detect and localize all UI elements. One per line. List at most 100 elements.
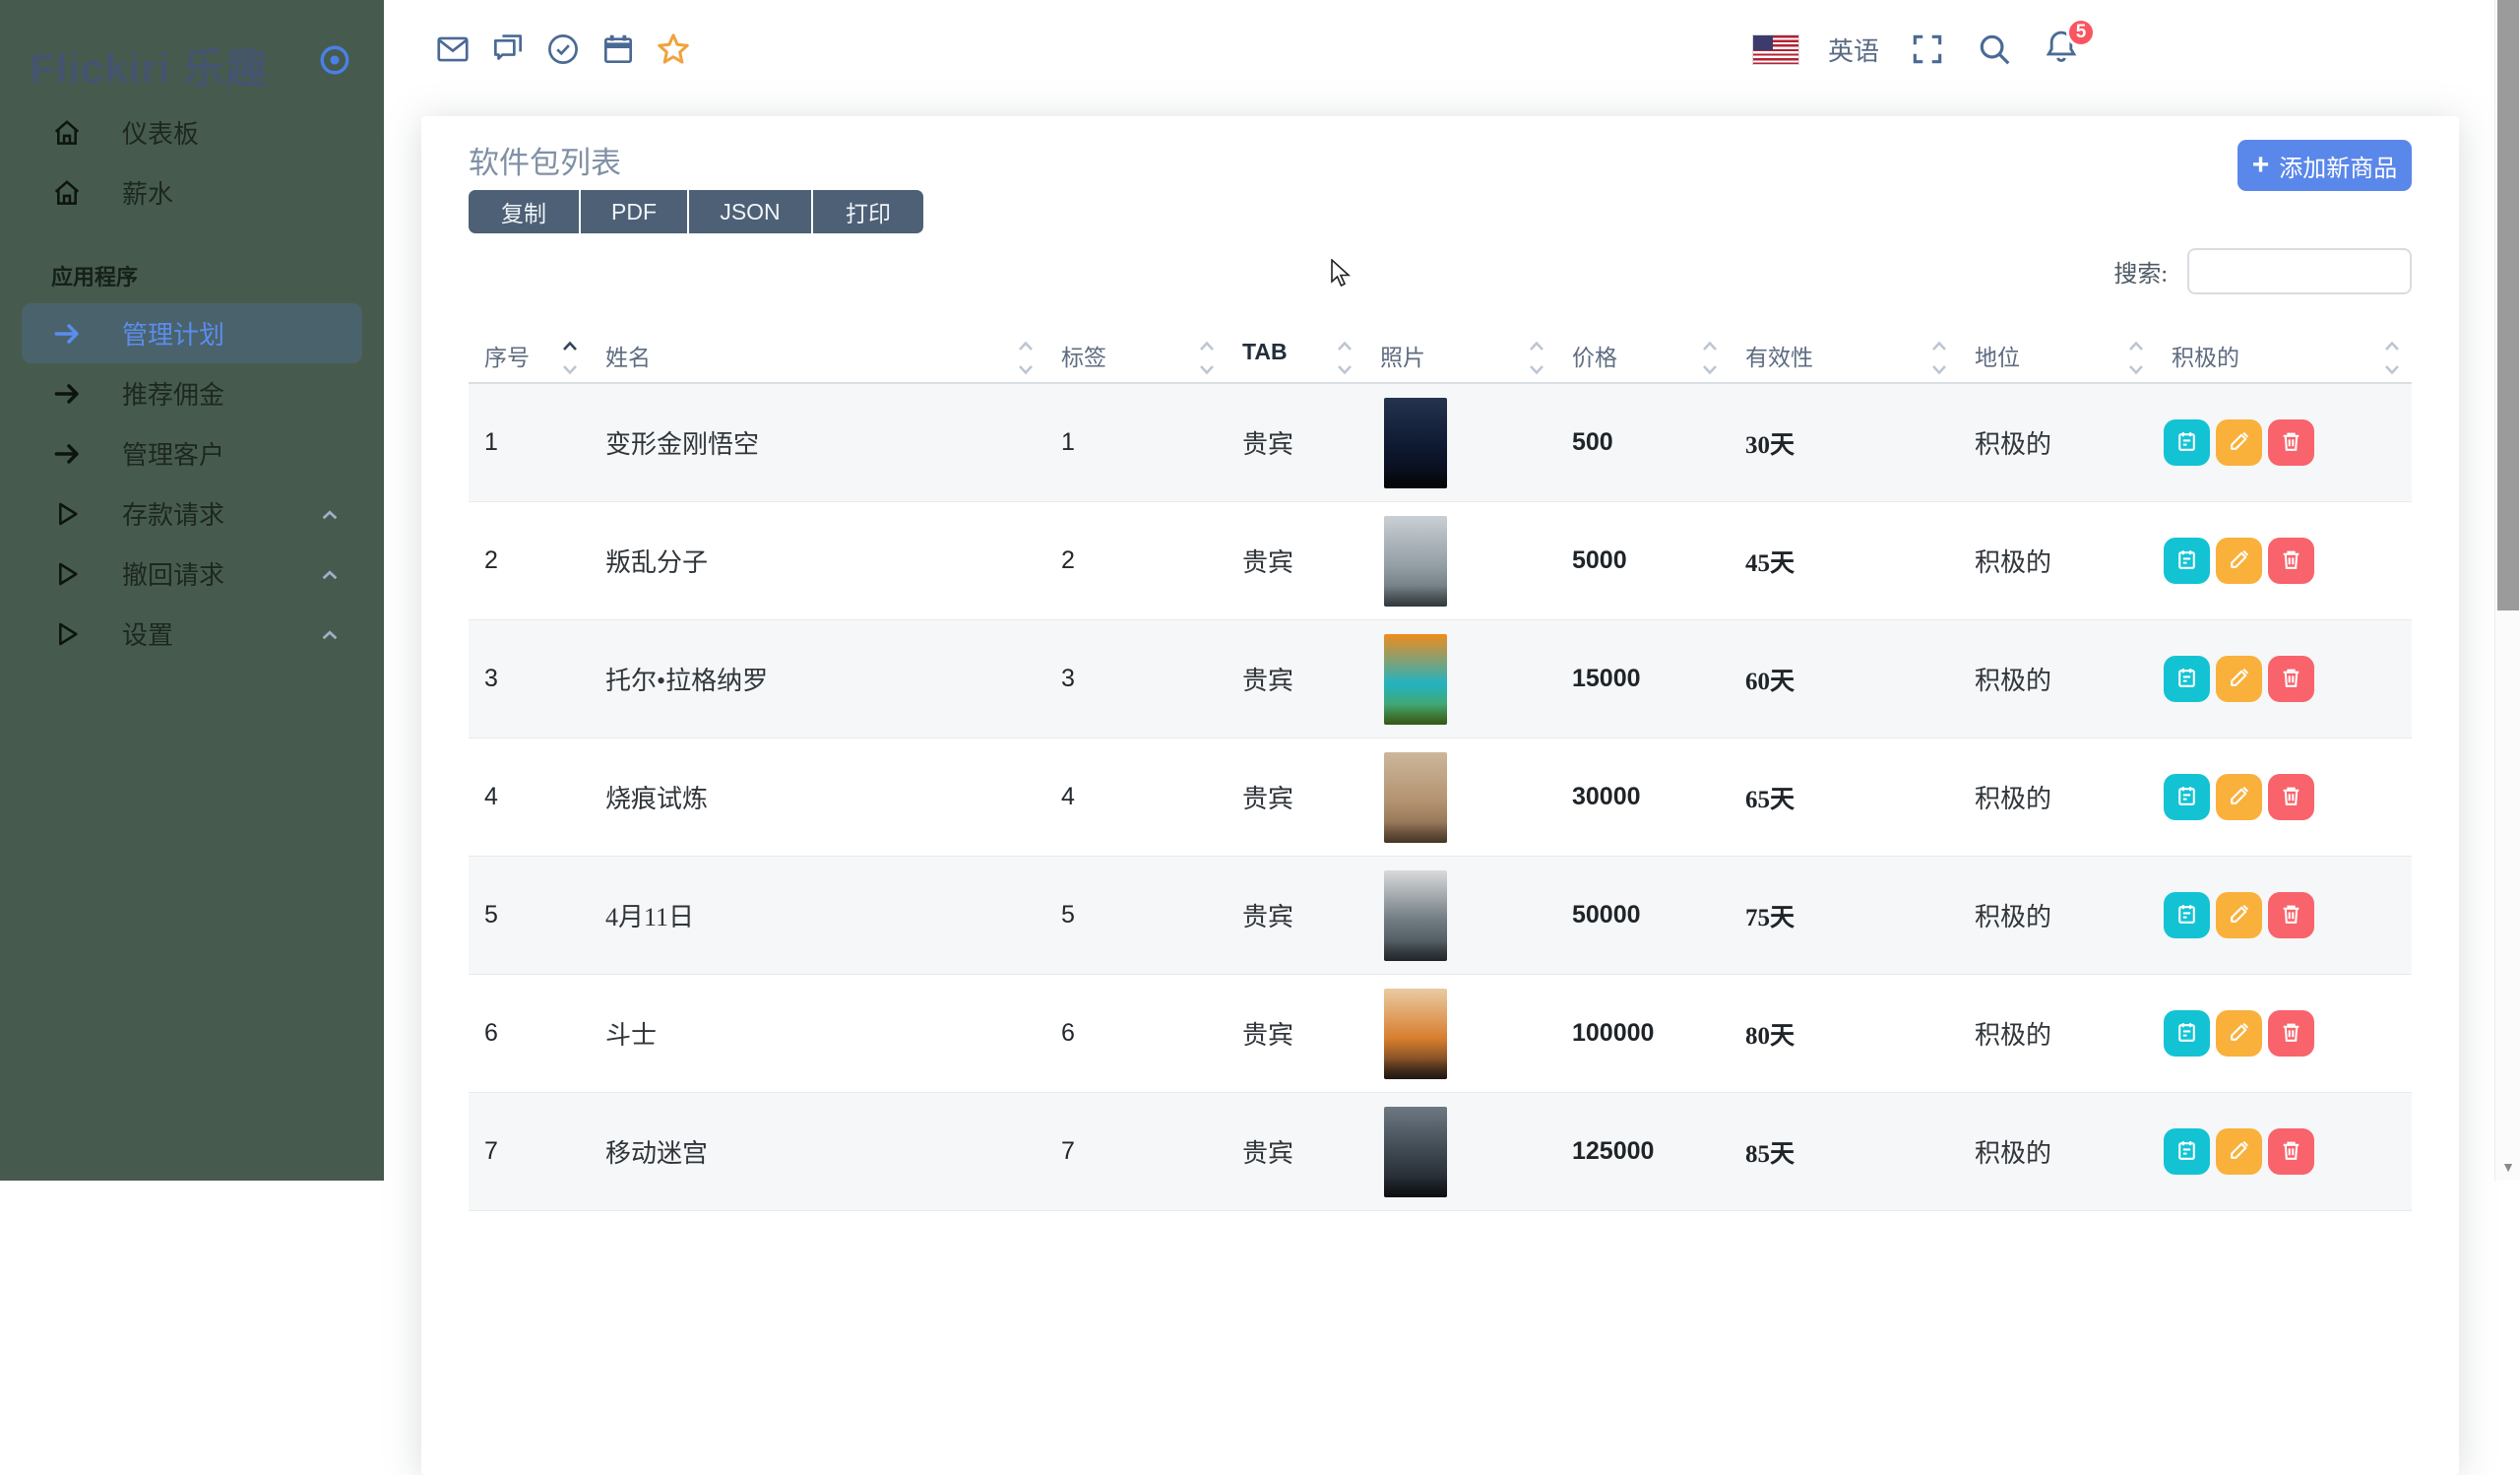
topbar-right-cluster: 英语 5 bbox=[1753, 0, 2082, 98]
notifications-bell[interactable]: 5 bbox=[2043, 28, 2082, 71]
edit-button[interactable] bbox=[2216, 656, 2262, 702]
caret-up-icon bbox=[1529, 341, 1544, 352]
column-header-有效性[interactable]: 有效性 bbox=[1730, 325, 1959, 382]
view-schedule-button[interactable] bbox=[2164, 656, 2210, 702]
fullscreen-icon[interactable] bbox=[1909, 31, 1946, 68]
mail-icon[interactable] bbox=[434, 31, 472, 68]
view-schedule-button[interactable] bbox=[2164, 892, 2210, 938]
caret-down-icon bbox=[1529, 364, 1544, 375]
search-label: 搜索: bbox=[2113, 254, 2168, 289]
column-header-序号[interactable]: 序号 bbox=[469, 325, 590, 382]
us-flag-icon[interactable] bbox=[1753, 35, 1798, 64]
language-selector[interactable]: 英语 bbox=[1828, 32, 1879, 68]
edit-button[interactable] bbox=[2216, 774, 2262, 820]
view-schedule-button[interactable] bbox=[2164, 774, 2210, 820]
sort-control[interactable] bbox=[2128, 341, 2144, 375]
column-header-积极的[interactable]: 积极的 bbox=[2156, 325, 2412, 382]
scrollbar-down-arrow[interactable]: ▼ bbox=[2495, 1157, 2520, 1177]
cell-status: 积极的 bbox=[1959, 897, 2156, 933]
movie-poster bbox=[1384, 516, 1447, 607]
export-button-打印[interactable]: 打印 bbox=[813, 190, 923, 233]
column-header-地位[interactable]: 地位 bbox=[1959, 325, 2156, 382]
record-target-icon[interactable] bbox=[318, 43, 351, 77]
pencil-icon bbox=[2227, 784, 2251, 811]
delete-button[interactable] bbox=[2268, 1128, 2314, 1175]
cell-name: 移动迷宫 bbox=[590, 1133, 1045, 1170]
trash-icon bbox=[2279, 1138, 2303, 1166]
view-schedule-button[interactable] bbox=[2164, 1010, 2210, 1057]
search-icon[interactable] bbox=[1976, 31, 2013, 68]
scrollbar-thumb[interactable] bbox=[2497, 0, 2519, 610]
cell-photo bbox=[1364, 752, 1556, 843]
delete-button[interactable] bbox=[2268, 892, 2314, 938]
delete-button[interactable] bbox=[2268, 1010, 2314, 1057]
delete-button[interactable] bbox=[2268, 774, 2314, 820]
sidebar-item-管理客户[interactable]: 管理客户 bbox=[0, 423, 384, 483]
chevron-up-icon bbox=[319, 623, 341, 645]
edit-button[interactable] bbox=[2216, 892, 2262, 938]
sort-control[interactable] bbox=[2384, 341, 2400, 375]
play-icon bbox=[51, 498, 83, 530]
sidebar-item-仪表板[interactable]: 仪表板 bbox=[0, 102, 384, 162]
sidebar-item-撤回请求[interactable]: 撤回请求 bbox=[0, 544, 384, 604]
search-input[interactable] bbox=[2187, 248, 2412, 294]
sidebar-item-管理计划[interactable]: 管理计划 bbox=[22, 303, 362, 363]
caret-up-icon bbox=[1199, 341, 1215, 352]
column-label: 照片 bbox=[1380, 339, 1425, 372]
packages-table: 序号姓名标签TAB照片价格有效性地位积极的 1变形金刚悟空1贵宾50030天积极… bbox=[469, 325, 2412, 1211]
sort-control[interactable] bbox=[1018, 341, 1034, 375]
edit-button[interactable] bbox=[2216, 1128, 2262, 1175]
caret-down-icon bbox=[562, 364, 578, 375]
movie-poster bbox=[1384, 989, 1447, 1079]
chevron-up-icon bbox=[319, 563, 341, 585]
add-new-product-button[interactable]: + 添加新商品 bbox=[2237, 140, 2412, 191]
row-actions bbox=[2156, 656, 2412, 702]
edit-button[interactable] bbox=[2216, 538, 2262, 584]
chat-icon[interactable] bbox=[489, 31, 527, 68]
cell-serial: 1 bbox=[469, 428, 590, 457]
sort-control[interactable] bbox=[1702, 341, 1718, 375]
app-logo[interactable]: Flickiri 乐趣 bbox=[30, 35, 268, 96]
trash-icon bbox=[2279, 547, 2303, 575]
sidebar-item-薪水[interactable]: 薪水 bbox=[0, 162, 384, 223]
caret-down-icon bbox=[1931, 364, 1947, 375]
table-body: 1变形金刚悟空1贵宾50030天积极的2叛乱分子2贵宾500045天积极的3托尔… bbox=[469, 384, 2412, 1211]
search-row: 搜索: bbox=[2113, 248, 2412, 294]
row-actions bbox=[2156, 419, 2412, 466]
sidebar-item-推荐佣金[interactable]: 推荐佣金 bbox=[0, 363, 384, 423]
movie-poster bbox=[1384, 1107, 1447, 1197]
caret-up-icon bbox=[1018, 341, 1034, 352]
calendar-note-icon bbox=[2174, 784, 2199, 811]
sidebar-item-设置[interactable]: 设置 bbox=[0, 604, 384, 664]
sort-control[interactable] bbox=[562, 341, 578, 375]
check-circle-icon[interactable] bbox=[544, 31, 582, 68]
notification-count-badge: 5 bbox=[2066, 18, 2096, 47]
sort-control[interactable] bbox=[1337, 341, 1353, 375]
sidebar-menu: 仪表板薪水应用程序管理计划推荐佣金管理客户存款请求撤回请求设置 bbox=[0, 102, 384, 664]
movie-poster bbox=[1384, 752, 1447, 843]
sort-control[interactable] bbox=[1529, 341, 1544, 375]
delete-button[interactable] bbox=[2268, 538, 2314, 584]
view-schedule-button[interactable] bbox=[2164, 419, 2210, 466]
star-icon[interactable] bbox=[655, 31, 692, 68]
column-header-价格[interactable]: 价格 bbox=[1556, 325, 1730, 382]
column-header-姓名[interactable]: 姓名 bbox=[590, 325, 1045, 382]
delete-button[interactable] bbox=[2268, 656, 2314, 702]
sort-control[interactable] bbox=[1931, 341, 1947, 375]
edit-button[interactable] bbox=[2216, 1010, 2262, 1057]
calendar-icon[interactable] bbox=[599, 31, 637, 68]
sort-control[interactable] bbox=[1199, 341, 1215, 375]
edit-button[interactable] bbox=[2216, 419, 2262, 466]
export-button-json[interactable]: JSON bbox=[689, 190, 813, 233]
column-header-照片[interactable]: 照片 bbox=[1364, 325, 1556, 382]
cell-price: 30000 bbox=[1556, 783, 1730, 811]
cell-serial: 3 bbox=[469, 665, 590, 693]
delete-button[interactable] bbox=[2268, 419, 2314, 466]
column-header-标签[interactable]: 标签 bbox=[1045, 325, 1227, 382]
sidebar-item-存款请求[interactable]: 存款请求 bbox=[0, 483, 384, 544]
view-schedule-button[interactable] bbox=[2164, 1128, 2210, 1175]
export-button-复制[interactable]: 复制 bbox=[469, 190, 581, 233]
column-header-TAB[interactable]: TAB bbox=[1227, 325, 1364, 382]
export-button-pdf[interactable]: PDF bbox=[581, 190, 689, 233]
view-schedule-button[interactable] bbox=[2164, 538, 2210, 584]
